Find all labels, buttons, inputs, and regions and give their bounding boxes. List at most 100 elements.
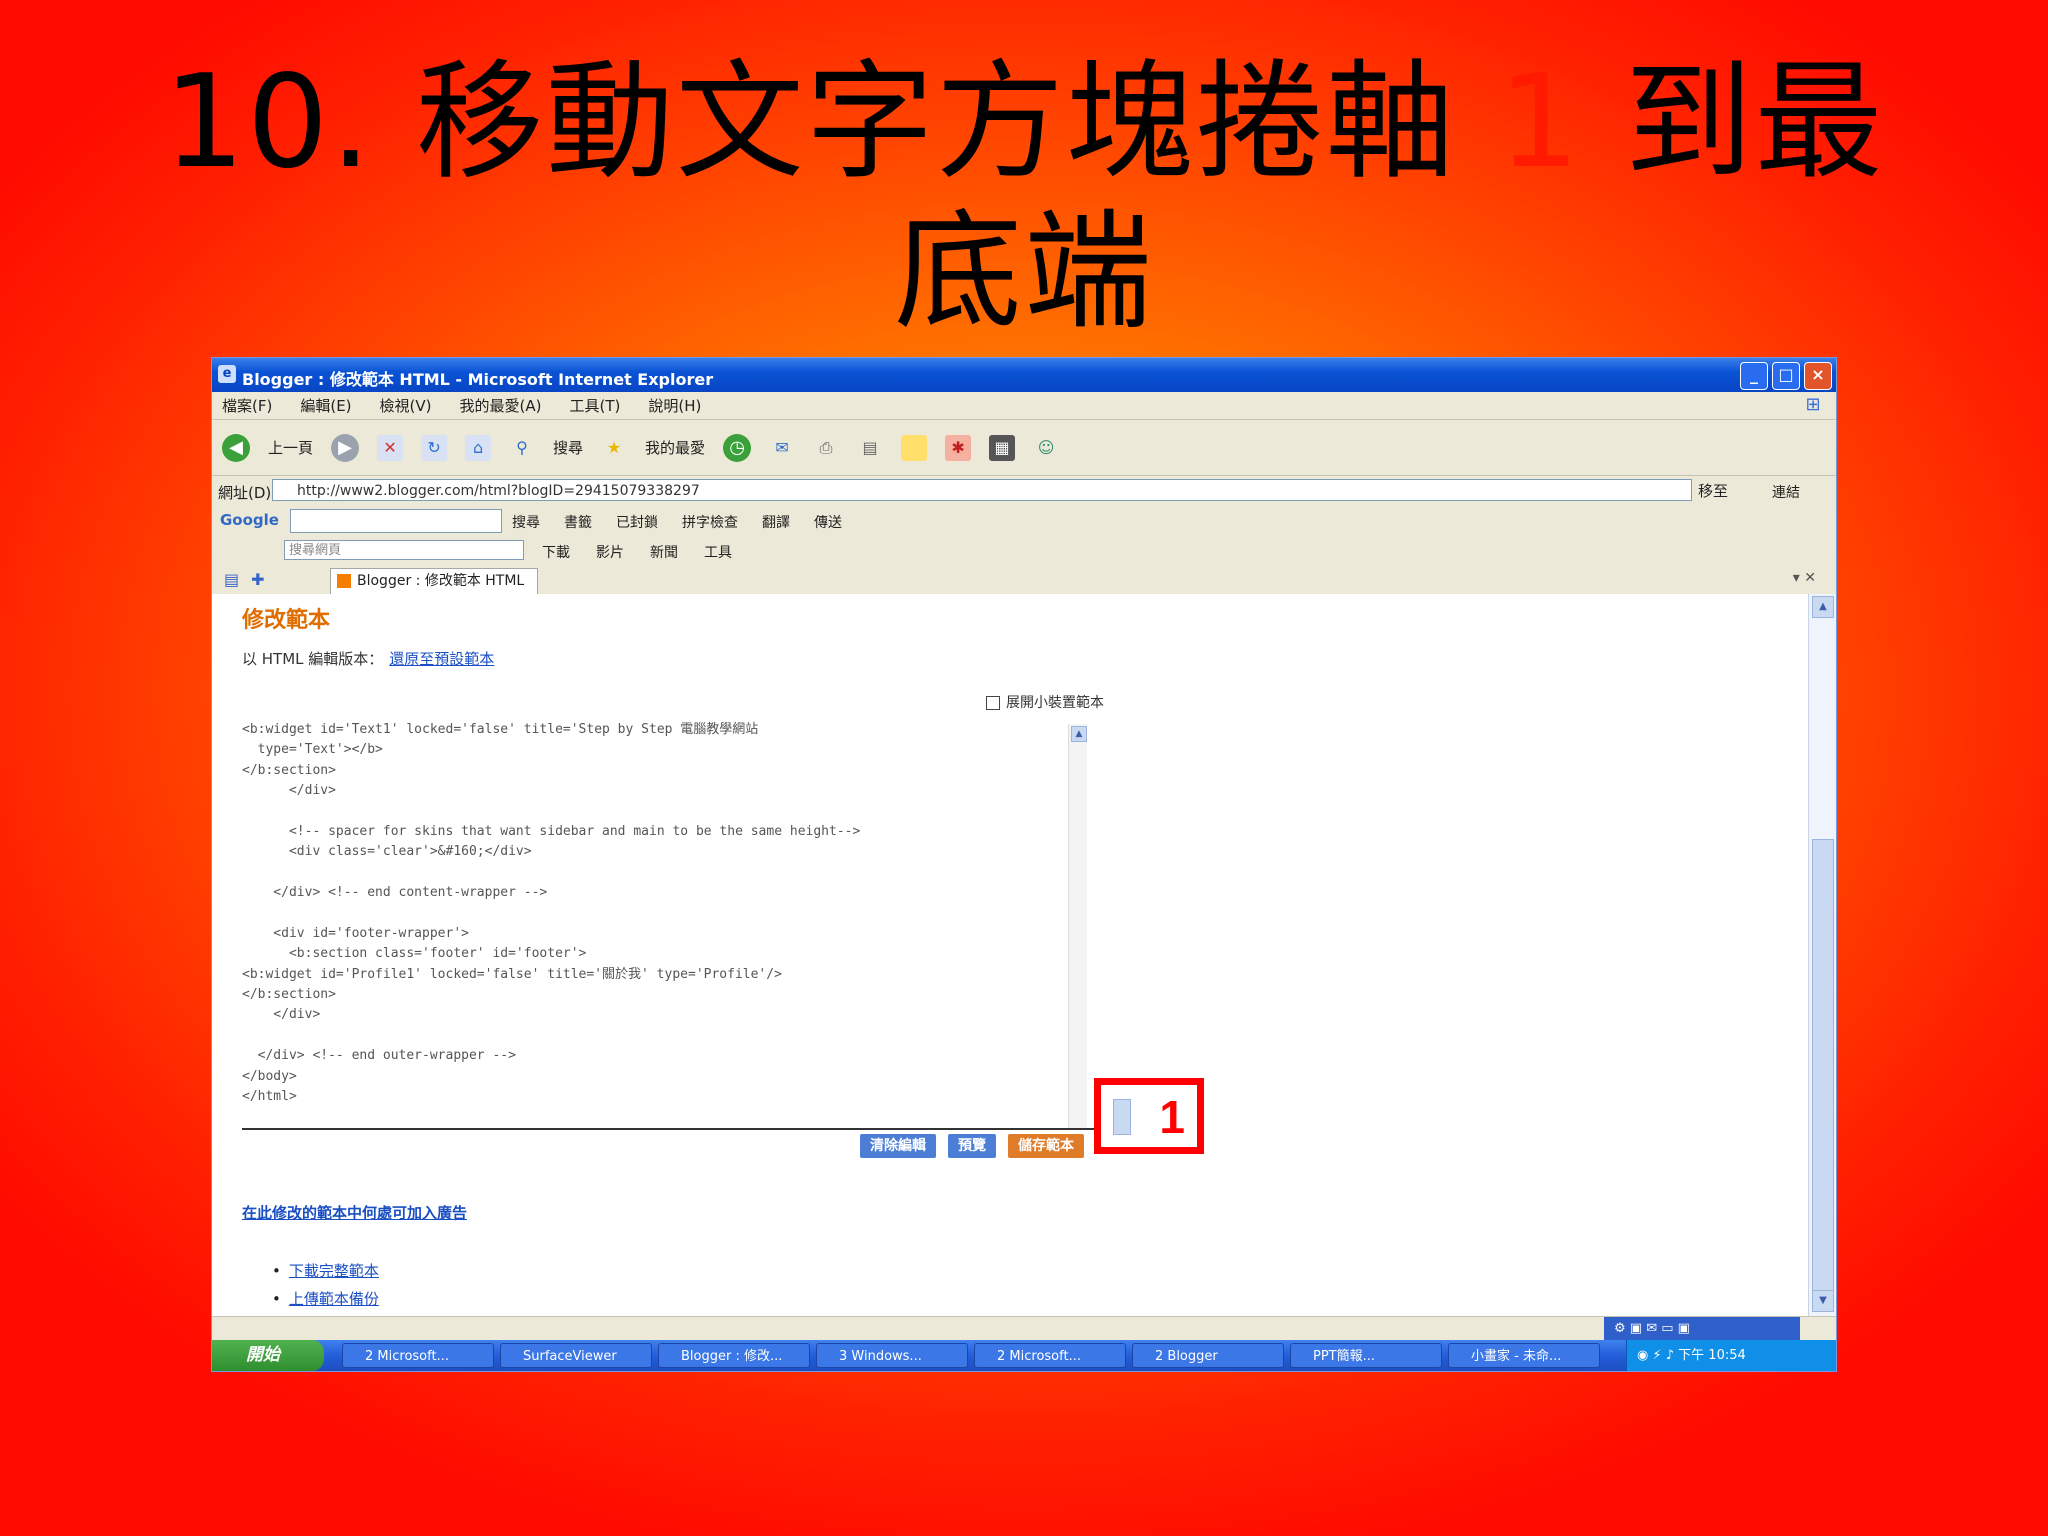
link-item[interactable]: 影片: [596, 542, 624, 562]
users-icon[interactable]: ☺: [1033, 435, 1059, 461]
code-line: </b:section>: [242, 987, 336, 1003]
scroll-down-icon[interactable]: ▼: [1812, 1290, 1834, 1312]
links-toolbar: 搜尋網頁 下載 影片 新聞 工具: [212, 536, 1836, 567]
menu-edit[interactable]: 編輯(E): [300, 395, 351, 416]
refresh-icon[interactable]: ↻: [421, 434, 448, 461]
template-code-editor[interactable]: <b:widget id='Text1' locked='false' titl…: [242, 720, 1098, 1130]
taskbar-item[interactable]: 2 Blogger: [1132, 1343, 1284, 1368]
link-item[interactable]: 工具: [704, 542, 732, 562]
revert-template-link[interactable]: 還原至預設範本: [389, 650, 494, 668]
google-search-input[interactable]: [290, 509, 502, 533]
taskbar-item[interactable]: 3 Windows...: [816, 1343, 968, 1368]
history-icon[interactable]: ◷: [723, 433, 752, 462]
list-item: • 下載完整範本: [272, 1262, 379, 1280]
menu-tools[interactable]: 工具(T): [569, 395, 620, 416]
code-line: <div class='clear'>&#160;</div>: [242, 844, 532, 860]
start-button[interactable]: 開始: [212, 1340, 324, 1371]
adsense-link[interactable]: 在此修改的範本中何處可加入廣告: [242, 1202, 467, 1223]
back-icon[interactable]: ◀: [222, 433, 250, 462]
stop-icon[interactable]: ✕: [377, 434, 404, 461]
download-template-link[interactable]: 下載完整範本: [289, 1262, 379, 1280]
code-line: type='Text'></b>: [242, 742, 383, 758]
code-line: <!-- spacer for skins that want sidebar …: [242, 823, 861, 839]
address-label: 網址(D): [218, 484, 272, 502]
google-item[interactable]: 傳送: [814, 512, 842, 532]
link-item[interactable]: 新聞: [650, 542, 678, 562]
google-item[interactable]: 已封鎖: [616, 512, 658, 532]
link-item[interactable]: 下載: [542, 542, 570, 562]
taskbar-item[interactable]: 2 Microsoft...: [974, 1343, 1126, 1368]
editor-scrollbar[interactable]: ▲: [1068, 724, 1087, 1128]
code-line: </b:section>: [242, 762, 336, 778]
windows-taskbar: 開始 2 Microsoft... SurfaceViewer Blogger …: [212, 1340, 1836, 1371]
upload-template-link[interactable]: 上傳範本備份: [289, 1290, 379, 1308]
links-toolbar-items: 下載 影片 新聞 工具: [542, 542, 732, 562]
code-line: </body>: [242, 1068, 297, 1084]
preview-button[interactable]: 預覽: [948, 1134, 996, 1158]
menu-file[interactable]: 檔案(F): [222, 395, 272, 416]
maximize-button[interactable]: □: [1772, 362, 1800, 390]
google-item[interactable]: 書籤: [564, 512, 592, 532]
tab-list-icon[interactable]: ▤: [224, 570, 239, 589]
browser-screenshot: e Blogger : 修改範本 HTML - Microsoft Intern…: [212, 358, 1836, 1371]
editor-scroll-thumb[interactable]: [1113, 1099, 1131, 1135]
close-button[interactable]: ×: [1804, 362, 1832, 390]
address-input[interactable]: http://www2.blogger.com/html?blogID=2941…: [272, 479, 1692, 501]
editor-scroll-up-icon[interactable]: ▲: [1071, 726, 1087, 742]
google-item[interactable]: 翻譯: [762, 512, 790, 532]
page-scrollbar[interactable]: ▲ ▼: [1808, 594, 1836, 1316]
ie-icon: e: [218, 365, 236, 383]
forward-icon[interactable]: ▶: [331, 433, 360, 462]
code-line: <b:widget id='Profile1' locked='false' t…: [242, 966, 782, 982]
page-scroll-thumb[interactable]: [1812, 839, 1834, 1291]
window-title: Blogger : 修改範本 HTML - Microsoft Internet…: [242, 370, 714, 389]
editor-buttons: 清除編輯 預覽 儲存範本: [860, 1134, 1084, 1158]
menu-help[interactable]: 說明(H): [648, 395, 701, 416]
google-item[interactable]: 搜尋: [512, 512, 540, 532]
tab-blogger[interactable]: Blogger : 修改範本 HTML: [330, 568, 538, 594]
clear-edits-button[interactable]: 清除編輯: [860, 1134, 936, 1158]
print-icon[interactable]: ⎙: [813, 435, 839, 461]
tab-controls: ▤ ✚: [224, 570, 265, 589]
google-item[interactable]: 拼字檢查: [682, 512, 738, 532]
taskbar-item[interactable]: 小畫家 - 未命...: [1448, 1343, 1600, 1368]
taskbar-item[interactable]: 2 Microsoft...: [342, 1343, 494, 1368]
tray-icons: ◉ ⚡ ♪: [1637, 1348, 1679, 1363]
search-icon[interactable]: ⚲: [509, 435, 535, 461]
search-label[interactable]: 搜尋: [553, 437, 583, 458]
favorites-label[interactable]: 我的最愛: [645, 437, 705, 458]
tab-close-icon[interactable]: ▾ ✕: [1793, 570, 1816, 586]
step-callout-box: 1: [1094, 1078, 1204, 1154]
minimize-button[interactable]: _: [1740, 362, 1768, 390]
scroll-up-icon[interactable]: ▲: [1812, 596, 1834, 618]
toolbar-search-input[interactable]: 搜尋網頁: [284, 540, 524, 560]
save-template-button[interactable]: 儲存範本: [1008, 1134, 1084, 1158]
menu-bar: 檔案(F) 編輯(E) 檢視(V) 我的最愛(A) 工具(T) 說明(H): [212, 392, 1836, 420]
taskbar-item[interactable]: Blogger : 修改...: [658, 1343, 810, 1368]
page-heading: 修改範本: [242, 608, 331, 633]
google-toolbar: Google 搜尋 書籤 已封鎖 拼字檢查 翻譯 傳送: [212, 506, 1836, 537]
menu-view[interactable]: 檢視(V): [380, 395, 432, 416]
home-icon[interactable]: ⌂: [465, 434, 492, 461]
links-label[interactable]: 連結: [1772, 482, 1800, 502]
expand-widgets-option[interactable]: 展開小裝置範本: [986, 692, 1104, 712]
code-line: <b:widget id='Text1' locked='false' titl…: [242, 722, 759, 737]
page-subtitle: 以 HTML 編輯版本： 還原至預設範本: [242, 648, 494, 669]
notes-icon[interactable]: [901, 434, 928, 461]
taskbar-item[interactable]: PPT簡報...: [1290, 1343, 1442, 1368]
new-tab-icon[interactable]: ✚: [251, 570, 264, 589]
favorites-star-icon[interactable]: ★: [601, 435, 627, 461]
research-icon[interactable]: ▦: [989, 434, 1016, 461]
taskbar-item[interactable]: SurfaceViewer: [500, 1343, 652, 1368]
mail-icon[interactable]: ✉: [769, 435, 795, 461]
go-button[interactable]: 移至: [1698, 480, 1728, 501]
expand-widgets-checkbox[interactable]: [986, 696, 1000, 710]
tab-label: Blogger : 修改範本 HTML: [357, 573, 525, 589]
menu-favorites[interactable]: 我的最愛(A): [460, 395, 542, 416]
code-line: </html>: [242, 1089, 297, 1105]
back-label[interactable]: 上一頁: [268, 437, 313, 458]
messenger-icon[interactable]: ✱: [945, 434, 972, 461]
edit-icon[interactable]: ▤: [857, 435, 883, 461]
